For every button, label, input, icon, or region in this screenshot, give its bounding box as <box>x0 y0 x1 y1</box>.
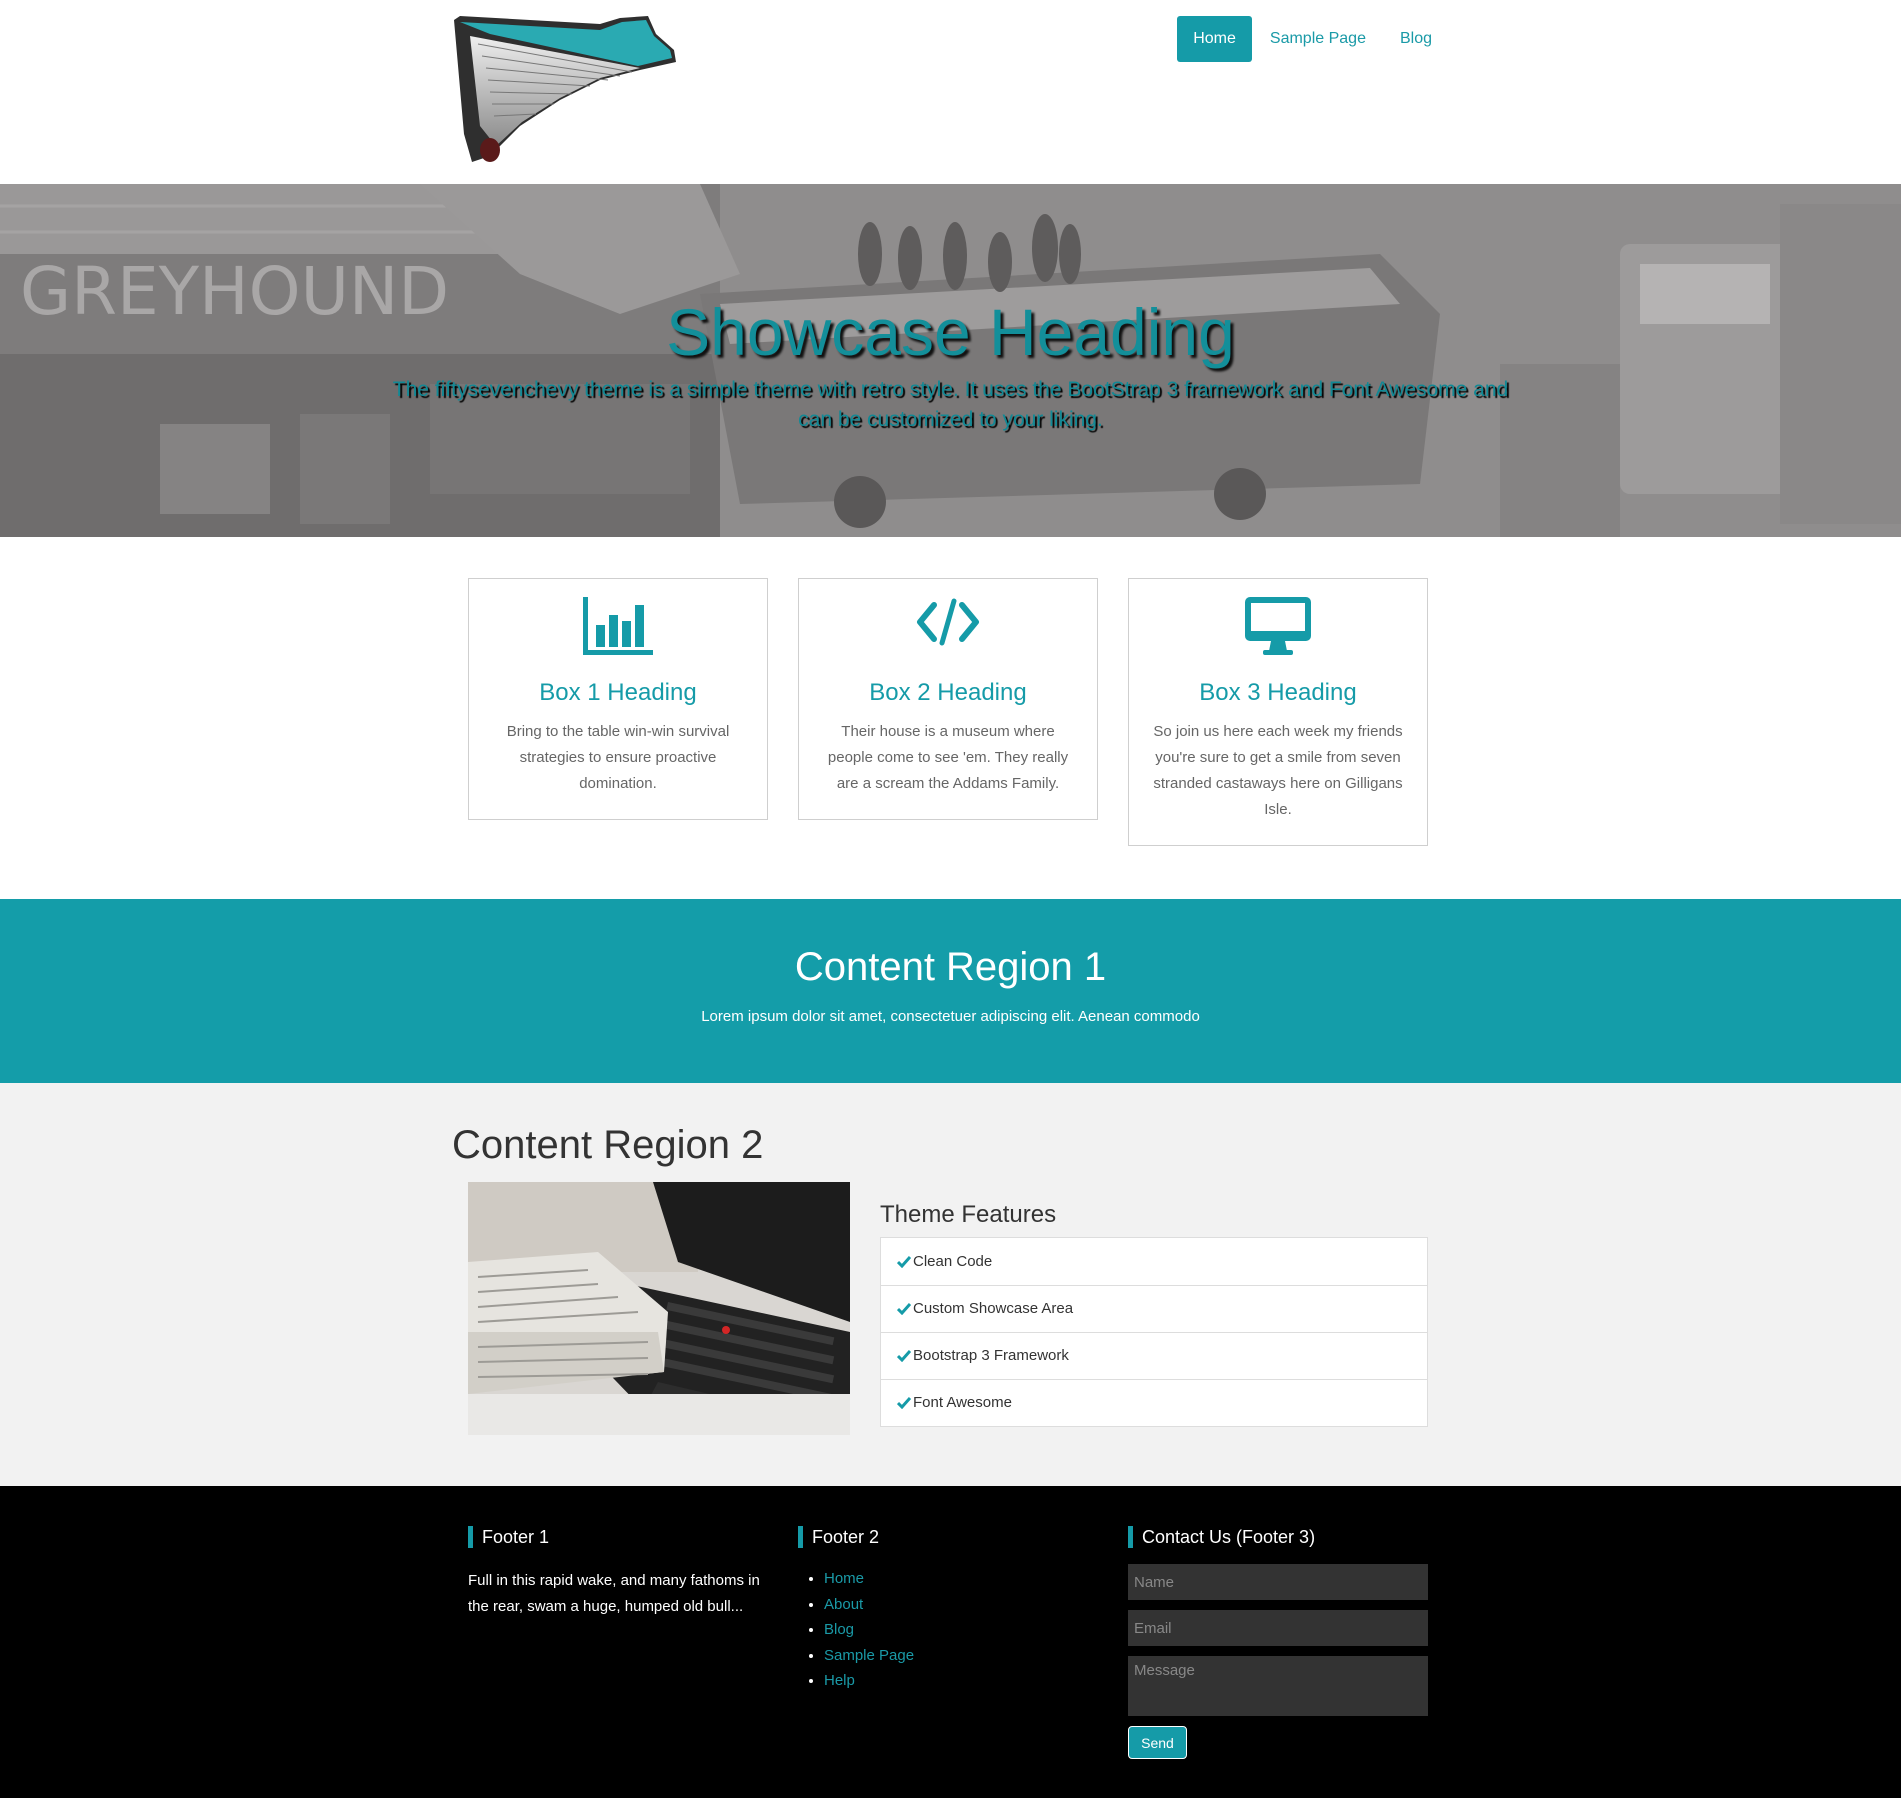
box-1-heading: Box 1 Heading <box>539 679 697 706</box>
box-2-text: Their house is a museum where people com… <box>827 723 1069 792</box>
bar-chart-icon <box>491 597 745 659</box>
footer-column-1: Footer 1 Full in this rapid wake, and ma… <box>468 1526 768 1620</box>
showcase-heading: Showcase Heading <box>666 295 1235 369</box>
list-item: Home <box>824 1566 914 1592</box>
feature-label: Clean Code <box>913 1252 993 1270</box>
showcase-text: The fiftysevenchevy theme is a simple th… <box>392 378 1509 431</box>
nav-blog[interactable]: Blog <box>1384 16 1448 62</box>
code-icon <box>821 597 1075 659</box>
footer-column-3: Contact Us (Footer 3) Send <box>1128 1526 1428 1759</box>
feature-box-3: Box 3 Heading So join us here each week … <box>1128 578 1428 846</box>
check-icon <box>897 1255 911 1268</box>
list-item: Help <box>824 1668 914 1694</box>
box-3-heading: Box 3 Heading <box>1199 679 1357 706</box>
feature-label: Custom Showcase Area <box>913 1300 1074 1317</box>
region-2-heading: Content Region 2 <box>452 1123 764 1167</box>
check-icon <box>897 1350 911 1362</box>
footer-1-text: Full in this rapid wake, and many fathom… <box>468 1572 760 1615</box>
box-1-text: Bring to the table win-win survival stra… <box>506 723 730 792</box>
footer-column-2: Footer 2 Home About Blog Sample Page Hel… <box>798 1526 914 1694</box>
list-item: Sample Page <box>824 1643 914 1669</box>
site-footer: Footer 1 Full in this rapid wake, and ma… <box>0 1486 1901 1798</box>
check-icon <box>897 1397 911 1409</box>
name-field[interactable] <box>1128 1564 1428 1600</box>
footer-link-home[interactable]: Home <box>824 1570 864 1587</box>
region-1-heading: Content Region 1 <box>794 945 1107 989</box>
features-list: Clean Code Custom Showcase Area Bootstra… <box>880 1237 1428 1427</box>
content-region-2: Content Region 2 Theme Features Clean Co… <box>0 1083 1901 1486</box>
footer-link-sample-page[interactable]: Sample Page <box>824 1647 914 1664</box>
feature-label: Bootstrap 3 Framework <box>913 1347 1069 1364</box>
email-field[interactable] <box>1128 1610 1428 1646</box>
content-region-1: Content Region 1 Lorem ipsum dolor sit a… <box>0 899 1901 1083</box>
site-header: Home Sample Page Blog <box>0 0 1901 184</box>
list-item: Custom Showcase Area <box>881 1285 1427 1332</box>
nav-home[interactable]: Home <box>1177 16 1252 62</box>
contact-form: Send <box>1128 1564 1428 1759</box>
main-nav: Home Sample Page Blog <box>1175 16 1448 62</box>
list-item: Bootstrap 3 Framework <box>881 1332 1427 1379</box>
site-logo[interactable] <box>450 14 700 164</box>
check-icon <box>897 1303 911 1315</box>
nav-sample-page[interactable]: Sample Page <box>1254 16 1382 62</box>
list-item: Font Awesome <box>881 1379 1427 1426</box>
list-item: Blog <box>824 1617 914 1643</box>
feature-box-1: Box 1 Heading Bring to the table win-win… <box>468 578 768 820</box>
box-2-heading: Box 2 Heading <box>869 679 1027 706</box>
footer-1-heading: Footer 1 <box>468 1526 768 1548</box>
footer-link-about[interactable]: About <box>824 1596 863 1613</box>
message-field[interactable] <box>1128 1656 1428 1716</box>
contact-heading: Contact Us (Footer 3) <box>1128 1526 1428 1548</box>
showcase-banner: GREYHOUND Showcase Heading The fiftyseve… <box>0 184 1901 537</box>
footer-link-help[interactable]: Help <box>824 1672 855 1689</box>
list-item: Clean Code <box>881 1238 1427 1285</box>
footer-links: Home About Blog Sample Page Help <box>798 1566 914 1694</box>
desktop-icon <box>1151 597 1405 659</box>
send-button[interactable]: Send <box>1128 1726 1187 1759</box>
theme-features-heading: Theme Features <box>880 1201 1057 1228</box>
footer-2-heading: Footer 2 <box>798 1526 914 1548</box>
footer-link-blog[interactable]: Blog <box>824 1621 854 1638</box>
region-1-text: Lorem ipsum dolor sit amet, consectetuer… <box>701 1008 1200 1025</box>
box-3-text: So join us here each week my friends you… <box>1153 723 1403 818</box>
list-item: About <box>824 1592 914 1618</box>
theme-features: Theme Features Clean Code Custom Showcas… <box>880 1201 1428 1427</box>
feature-box-2: Box 2 Heading Their house is a museum wh… <box>798 578 1098 820</box>
newspaper-laptop-photo <box>468 1182 850 1435</box>
feature-label: Font Awesome <box>913 1394 1012 1411</box>
